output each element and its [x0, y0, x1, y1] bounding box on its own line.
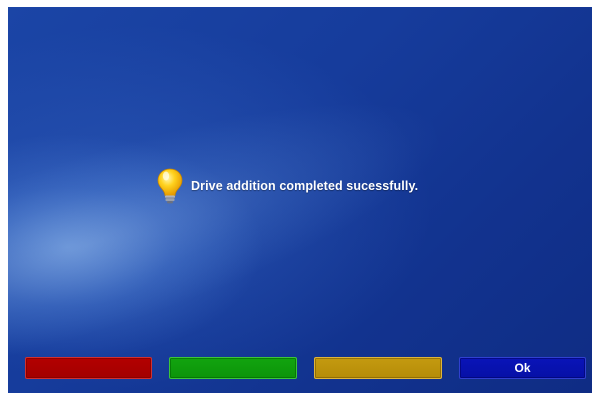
screen: Drive addition completed sucessfully. Ok — [8, 7, 592, 393]
yellow-button[interactable] — [314, 357, 442, 379]
lightbulb-icon — [155, 166, 185, 206]
message-text: Drive addition completed sucessfully. — [191, 179, 419, 193]
ok-button[interactable]: Ok — [459, 357, 586, 379]
notification-message: Drive addition completed sucessfully. — [155, 166, 418, 206]
red-button[interactable] — [25, 357, 152, 379]
button-bar: Ok — [8, 357, 592, 381]
green-button[interactable] — [169, 357, 297, 379]
